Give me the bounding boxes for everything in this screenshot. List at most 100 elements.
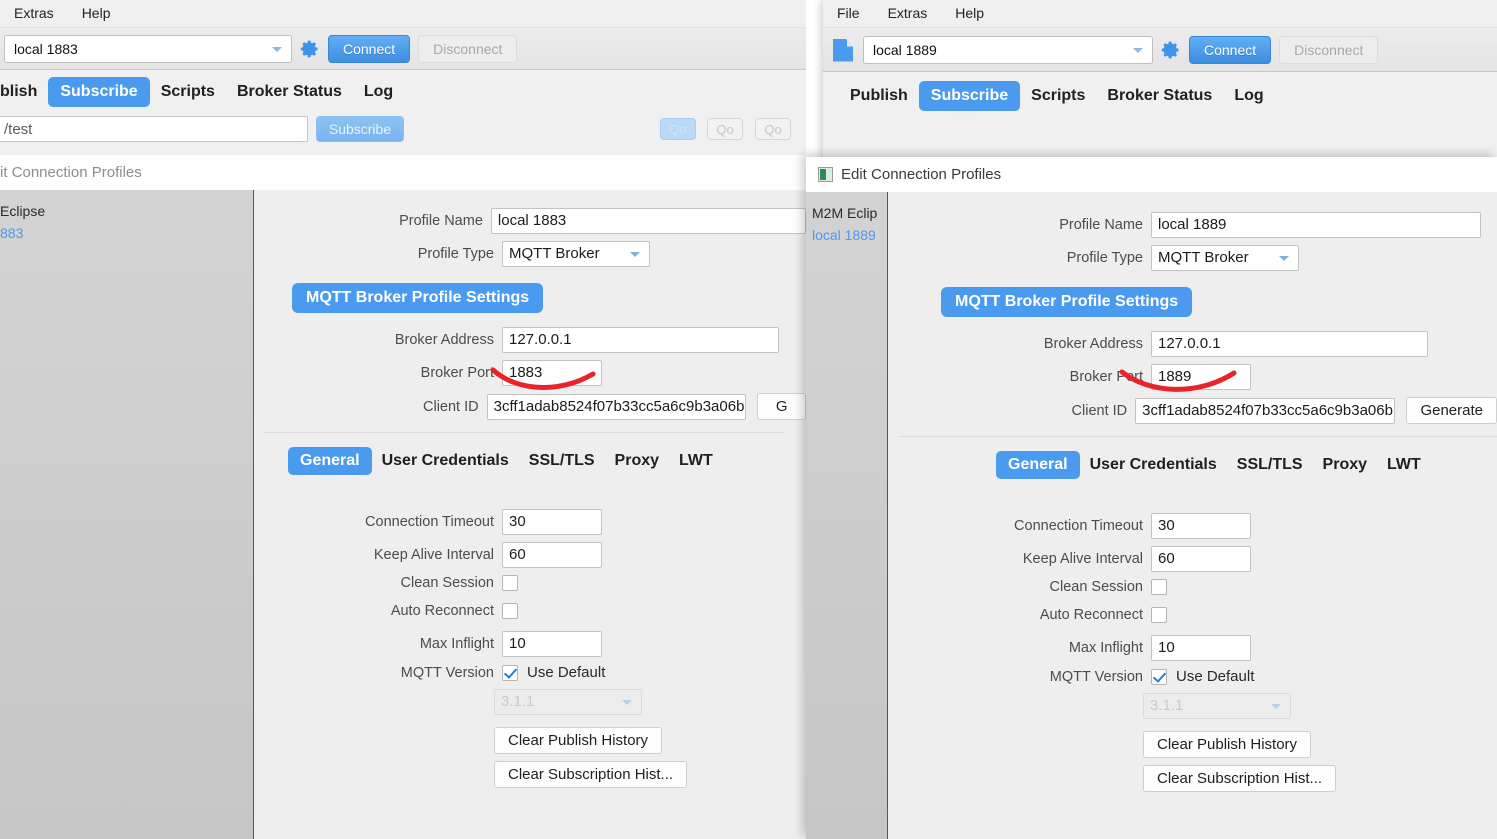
- tree-node-m2m-eclipse-back[interactable]: Eclipse: [0, 200, 253, 222]
- tabbar-back: blish Subscribe Scripts Broker Status Lo…: [0, 70, 806, 114]
- tree-node-local-1883-back[interactable]: 883: [0, 222, 253, 244]
- use-default-label-front: Use Default: [1176, 668, 1255, 685]
- client-id-row-front: Client ID 3cff1adab8524f07b33cc5a6c9b3a0…: [888, 397, 1497, 424]
- broker-port-input-back[interactable]: 1883: [502, 360, 602, 386]
- client-id-row-back: Client ID 3cff1adab8524f07b33cc5a6c9b3a0…: [254, 393, 806, 420]
- dialog-title-text-front: Edit Connection Profiles: [841, 166, 1002, 183]
- qos-1-button-back[interactable]: Qo: [707, 118, 743, 140]
- mqtt-version-select-front[interactable]: 3.1.1: [1143, 693, 1291, 719]
- dialog-title-back: it Connection Profiles: [0, 155, 806, 190]
- mqtt-settings-badge-row-back: MQTT Broker Profile Settings: [292, 283, 806, 313]
- subtab-user-credentials-back[interactable]: User Credentials: [372, 447, 519, 475]
- broker-port-label-front: Broker Port: [1069, 369, 1143, 385]
- subtab-lwt-back[interactable]: LWT: [669, 447, 723, 475]
- mqtt-version-select-row-back: 3.1.1: [254, 689, 806, 715]
- clear-publish-history-button-front[interactable]: Clear Publish History: [1143, 731, 1312, 758]
- clean-session-checkbox-front[interactable]: [1151, 579, 1167, 595]
- settings-subtabs-front: General User Credentials SSL/TLS Proxy L…: [996, 451, 1497, 479]
- max-inflight-input-back[interactable]: 10: [502, 631, 602, 657]
- menubar-back: Extras Help: [0, 0, 806, 28]
- mqtt-version-label-front: MQTT Version: [1049, 668, 1143, 685]
- connect-button-back[interactable]: Connect: [328, 34, 411, 63]
- max-inflight-row-front: Max Inflight 10: [888, 635, 1497, 661]
- mqtt-version-value-back: 3.1.1: [501, 693, 535, 710]
- tab-broker-status-front[interactable]: Broker Status: [1096, 81, 1223, 111]
- clear-subscription-history-button-front[interactable]: Clear Subscription Hist...: [1143, 765, 1337, 792]
- subtab-proxy-front[interactable]: Proxy: [1313, 451, 1377, 479]
- keep-alive-input-back[interactable]: 60: [502, 542, 602, 568]
- disconnect-button-back[interactable]: Disconnect: [418, 34, 518, 63]
- qos-0-button-back[interactable]: Qo: [660, 118, 696, 140]
- connection-profile-combo-front[interactable]: local 1889: [863, 35, 1153, 64]
- tree-node-m2m-eclipse-front[interactable]: M2M Eclip: [806, 202, 887, 224]
- menu-extras-back[interactable]: Extras: [0, 0, 68, 27]
- profile-type-row-front: Profile Type MQTT Broker: [888, 245, 1497, 271]
- generate-client-id-button-back[interactable]: G: [757, 393, 806, 420]
- menu-file-front[interactable]: File: [823, 0, 874, 27]
- max-inflight-input-front[interactable]: 10: [1151, 635, 1251, 661]
- auto-reconnect-checkbox-back[interactable]: [502, 603, 518, 619]
- broker-address-input-front[interactable]: 127.0.0.1: [1151, 331, 1428, 357]
- subscribe-button-back[interactable]: Subscribe: [316, 116, 404, 142]
- profile-type-select-back[interactable]: MQTT Broker: [502, 241, 650, 267]
- mqtt-version-select-back[interactable]: 3.1.1: [494, 689, 642, 715]
- broker-port-input-front[interactable]: 1889: [1151, 364, 1251, 390]
- new-profile-icon[interactable]: [833, 37, 855, 63]
- tab-scripts-back[interactable]: Scripts: [150, 77, 226, 107]
- tree-node-local-1889-front[interactable]: local 1889: [806, 224, 887, 246]
- clear-subscription-history-button-back[interactable]: Clear Subscription Hist...: [494, 761, 688, 788]
- subtab-general-front[interactable]: General: [996, 451, 1080, 479]
- tab-log-front[interactable]: Log: [1223, 81, 1274, 111]
- clean-session-checkbox-back[interactable]: [502, 575, 518, 591]
- subtab-general-back[interactable]: General: [288, 447, 372, 475]
- client-id-input-front[interactable]: 3cff1adab8524f07b33cc5a6c9b3a06b: [1135, 397, 1396, 424]
- connect-button-front[interactable]: Connect: [1189, 35, 1272, 64]
- keep-alive-row-front: Keep Alive Interval 60: [888, 546, 1497, 572]
- profile-tree-front[interactable]: M2M Eclip local 1889: [806, 192, 888, 839]
- menu-help-back[interactable]: Help: [68, 0, 125, 27]
- subtab-lwt-front[interactable]: LWT: [1377, 451, 1431, 479]
- tab-log-back[interactable]: Log: [353, 77, 404, 107]
- mqtt-window-back: Extras Help local 1883 Connect Disconnec…: [0, 0, 806, 839]
- use-default-checkbox-front[interactable]: [1151, 668, 1167, 685]
- subtab-ssl-tls-back[interactable]: SSL/TLS: [519, 447, 605, 475]
- qos-2-button-back[interactable]: Qo: [755, 118, 791, 140]
- disconnect-button-front[interactable]: Disconnect: [1279, 35, 1379, 64]
- dialog-body-front: M2M Eclip local 1889 Profile Name local …: [806, 192, 1497, 839]
- application-icon: [818, 167, 833, 182]
- mqtt-version-row-back: MQTT Version Use Default: [254, 664, 806, 681]
- generate-client-id-button-front[interactable]: Generate: [1406, 397, 1497, 424]
- subtab-user-credentials-front[interactable]: User Credentials: [1080, 451, 1227, 479]
- subscribe-topic-input-back[interactable]: /test: [0, 116, 308, 142]
- tab-publish-front[interactable]: Publish: [839, 81, 919, 111]
- menu-extras-front[interactable]: Extras: [874, 0, 942, 27]
- keep-alive-input-front[interactable]: 60: [1151, 546, 1251, 572]
- tab-publish-back[interactable]: blish: [0, 77, 48, 107]
- profile-type-select-front[interactable]: MQTT Broker: [1151, 245, 1299, 271]
- profile-name-input-front[interactable]: local 1889: [1151, 212, 1481, 238]
- auto-reconnect-checkbox-front[interactable]: [1151, 607, 1167, 623]
- profile-type-row-back: Profile Type MQTT Broker: [254, 241, 806, 267]
- gear-icon[interactable]: [300, 39, 320, 59]
- subtab-ssl-tls-front[interactable]: SSL/TLS: [1227, 451, 1313, 479]
- connection-profile-combo-back[interactable]: local 1883: [4, 34, 292, 63]
- clear-publish-history-button-back[interactable]: Clear Publish History: [494, 727, 663, 754]
- tab-subscribe-front[interactable]: Subscribe: [918, 81, 1021, 111]
- tab-scripts-front[interactable]: Scripts: [1020, 81, 1096, 111]
- connection-timeout-input-back[interactable]: 30: [502, 509, 602, 535]
- subscribe-row-front: [823, 120, 1497, 156]
- profile-name-input-back[interactable]: local 1883: [490, 208, 806, 234]
- connection-timeout-input-front[interactable]: 30: [1151, 513, 1251, 539]
- use-default-checkbox-back[interactable]: [502, 664, 518, 681]
- tab-subscribe-back[interactable]: Subscribe: [48, 77, 150, 107]
- client-id-input-back[interactable]: 3cff1adab8524f07b33cc5a6c9b3a06b: [486, 393, 747, 420]
- chevron-down-icon: [630, 252, 640, 257]
- broker-port-row-front: Broker Port 1889: [888, 364, 1497, 390]
- profile-tree-back[interactable]: Eclipse 883: [0, 190, 254, 839]
- profile-type-label-front: Profile Type: [1066, 250, 1143, 266]
- tab-broker-status-back[interactable]: Broker Status: [226, 77, 353, 107]
- broker-address-input-back[interactable]: 127.0.0.1: [502, 327, 779, 353]
- subtab-proxy-back[interactable]: Proxy: [605, 447, 669, 475]
- gear-icon[interactable]: [1161, 40, 1181, 60]
- menu-help-front[interactable]: Help: [941, 0, 998, 27]
